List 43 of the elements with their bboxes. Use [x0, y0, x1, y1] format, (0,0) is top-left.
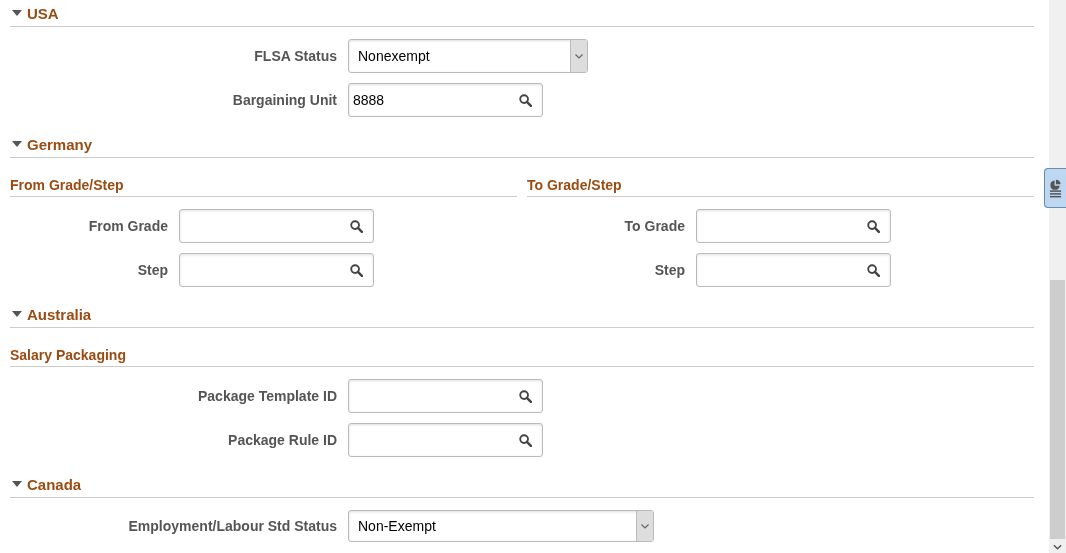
- field-label: Package Rule ID: [227, 432, 337, 448]
- field-label: Step: [136, 262, 168, 278]
- search-icon[interactable]: [350, 219, 363, 233]
- side-panel-tab[interactable]: [1044, 168, 1066, 208]
- search-icon[interactable]: [867, 219, 880, 233]
- lookup-field[interactable]: [179, 209, 374, 243]
- lookup-field[interactable]: [348, 379, 543, 413]
- section-header[interactable]: Germany: [10, 135, 93, 153]
- field-label: From Grade: [87, 218, 168, 234]
- scrollbar-thumb[interactable]: [1050, 280, 1065, 539]
- field-label: Step: [653, 262, 685, 278]
- section-header[interactable]: Canada: [10, 475, 82, 493]
- field-label: To Grade: [623, 218, 685, 234]
- field-label: Bargaining Unit: [231, 92, 337, 108]
- field-label: Employment/Labour Std Status: [127, 518, 337, 534]
- chevron-down-icon: [641, 523, 649, 529]
- caret-icon: [12, 311, 22, 317]
- dropdown-field[interactable]: Non-Exempt: [348, 510, 654, 542]
- search-icon[interactable]: [519, 93, 532, 107]
- caret-icon: [12, 481, 22, 487]
- section-header[interactable]: Australia: [10, 305, 92, 323]
- caret-icon: [12, 10, 22, 16]
- dropdown-field[interactable]: Nonexempt: [348, 39, 588, 73]
- lookup-field[interactable]: 8888: [348, 83, 543, 117]
- scrollbar[interactable]: [1049, 0, 1066, 553]
- chart-list-icon: [1049, 178, 1062, 198]
- lookup-field[interactable]: [696, 209, 891, 243]
- section-header[interactable]: USA: [10, 4, 59, 22]
- search-icon[interactable]: [867, 263, 880, 277]
- search-icon[interactable]: [519, 389, 532, 403]
- field-label: FLSA Status: [253, 48, 337, 64]
- search-icon[interactable]: [350, 263, 363, 277]
- subsection-title: From Grade/Step: [10, 177, 124, 193]
- field-label: Package Template ID: [196, 388, 337, 404]
- lookup-field[interactable]: [696, 253, 891, 287]
- chevron-down-icon[interactable]: [1053, 544, 1062, 550]
- search-icon[interactable]: [519, 433, 532, 447]
- subsection-title: Salary Packaging: [10, 347, 126, 363]
- caret-icon: [12, 141, 22, 147]
- lookup-field[interactable]: [179, 253, 374, 287]
- chevron-down-icon: [575, 53, 583, 59]
- lookup-field[interactable]: [348, 423, 543, 457]
- subsection-title: To Grade/Step: [527, 177, 622, 193]
